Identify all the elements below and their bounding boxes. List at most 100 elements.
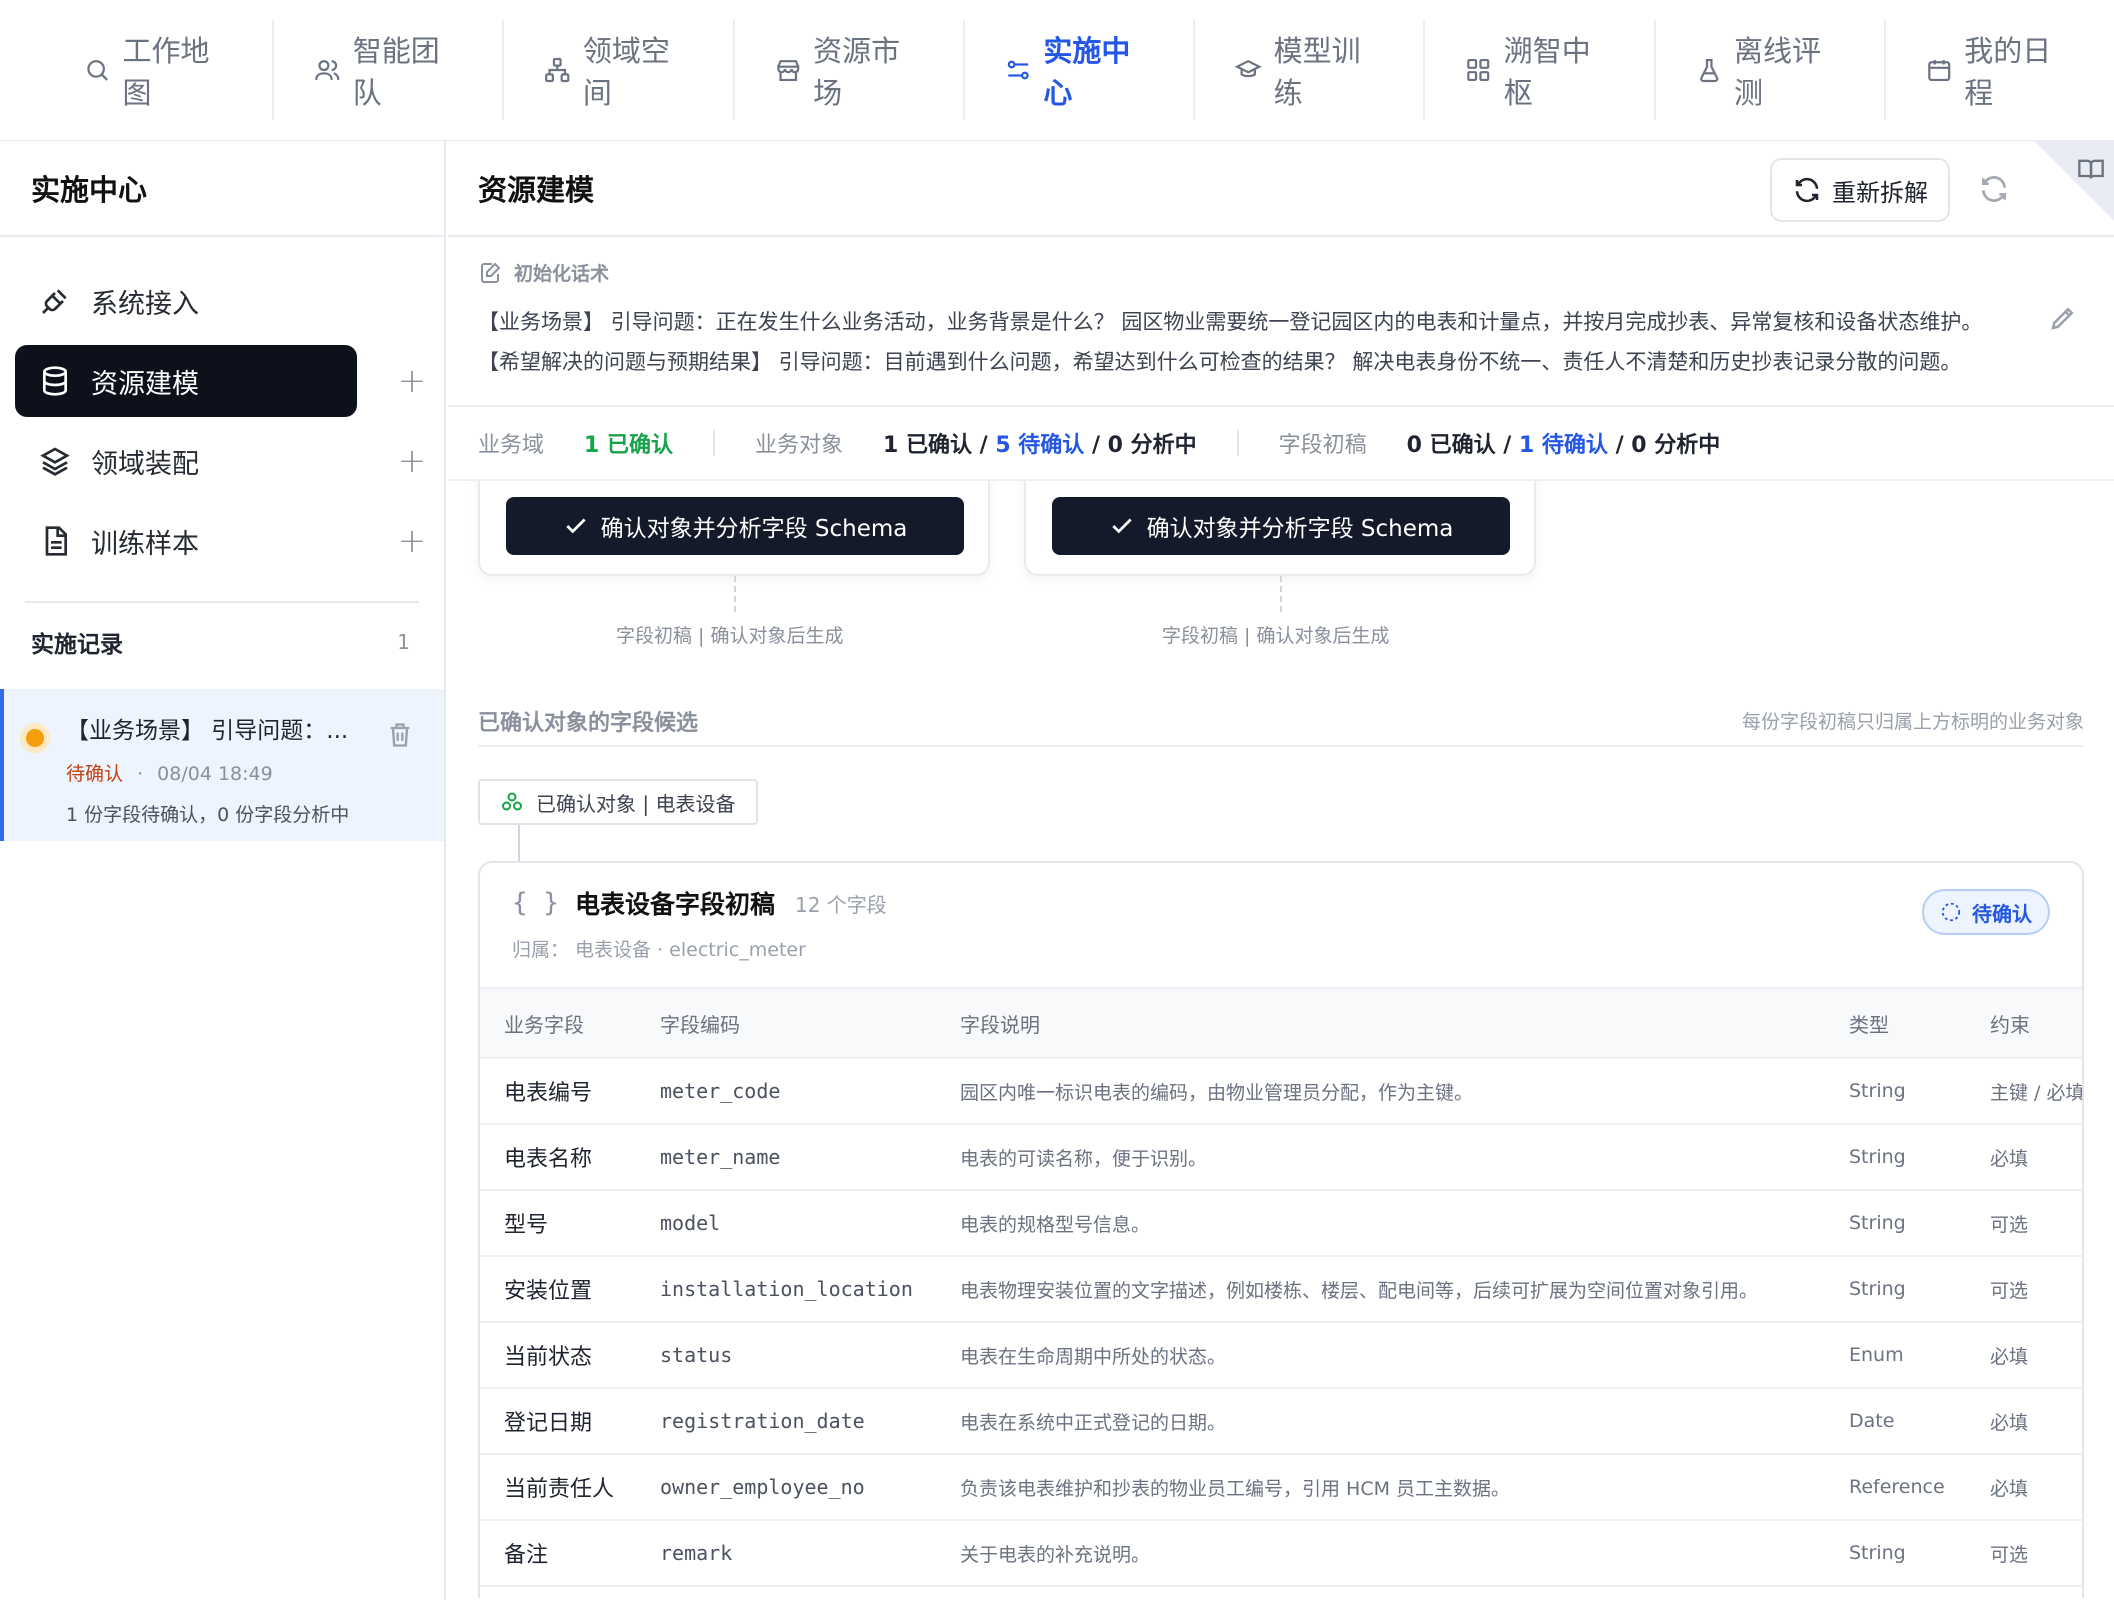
edit-note-icon <box>481 262 501 283</box>
add-training-samples-button[interactable]: + <box>397 521 427 561</box>
users-icon <box>315 60 340 81</box>
divider <box>478 745 2084 747</box>
refresh-icon <box>1795 177 1819 203</box>
reload-icon[interactable] <box>1978 173 2010 205</box>
object-card: 确认对象并分析字段 Schema <box>478 481 990 576</box>
redo-button-label: 重新拆解 <box>1832 178 1928 207</box>
records-title: 实施记录 <box>31 632 123 658</box>
table-row[interactable]: 备注 remark 关于电表的补充说明。 String 可选 <box>480 1520 2082 1587</box>
search-icon <box>87 60 108 81</box>
cell-code: remark <box>660 1520 960 1587</box>
check-icon <box>1111 518 1132 534</box>
draft-field-count: 12 个字段 <box>794 892 887 917</box>
tab-smart-team[interactable]: 智能团队 <box>274 20 505 120</box>
sidebar-item-label: 领域装配 <box>91 448 199 480</box>
meta-separator: · <box>137 763 144 785</box>
stat-field-label: 字段初稿 <box>1278 433 1367 458</box>
card-caption: 字段初稿 | 确认对象后生成 <box>616 625 844 647</box>
column-header: 业务字段 <box>480 987 660 1059</box>
cell-desc: 园区内唯一标识电表的编码，由物业管理员分配，作为主键。 <box>960 1058 1849 1125</box>
stat-object-confirmed: 1 已确认 / <box>883 433 996 458</box>
cell-field: 电表名称 <box>480 1124 660 1191</box>
table-row[interactable]: 当前责任人 owner_employee_no 负责该电表维护和抄表的物业员工编… <box>480 1454 2082 1521</box>
status-badge[interactable]: 待确认 <box>1922 889 2050 935</box>
status-dot <box>26 729 44 747</box>
record-desc: 1 份字段待确认，0 份字段分析中 <box>66 804 350 826</box>
graduation-cap-icon <box>1235 59 1262 78</box>
sidebar-item-domain-assembly[interactable]: 领域装配 + <box>15 425 426 497</box>
tab-model-training[interactable]: 模型训练 <box>1195 20 1426 120</box>
card-caption: 字段初稿 | 确认对象后生成 <box>1162 625 1390 647</box>
tab-my-schedule[interactable]: 我的日程 <box>1886 20 2114 120</box>
table-header-row: 业务字段 字段编码 字段说明 类型 约束 <box>480 987 2082 1059</box>
column-header: 字段编码 <box>660 987 960 1059</box>
tab-label: 实施中心 <box>1043 34 1131 110</box>
sidebar-item-label: 资源建模 <box>91 368 199 400</box>
cell-field: 电表编号 <box>480 1058 660 1125</box>
cell-field: 安装位置 <box>480 1256 660 1323</box>
sidebar-title: 实施中心 <box>0 141 444 237</box>
flask-icon <box>1699 58 1718 83</box>
cell-code: registration_date <box>660 1388 960 1455</box>
status-badge-label: 待确认 <box>1972 901 2032 926</box>
table-row[interactable]: 型号 model 电表的规格型号信息。 String 可选 <box>480 1190 2082 1257</box>
tab-work-map[interactable]: 工作地图 <box>44 20 275 120</box>
tab-offline-eval[interactable]: 离线评测 <box>1656 20 1886 120</box>
section-note: 每份字段初稿只归属上方标明的业务对象 <box>1741 711 2084 733</box>
dashed-connector <box>1280 576 1282 612</box>
table-row[interactable]: 安装位置 installation_location 电表物理安装位置的文字描述… <box>480 1256 2082 1323</box>
sidebar-menu: 系统接入 资源建模 + 领域装配 + 训练样本 + <box>0 237 444 577</box>
field-draft-card: { } 电表设备字段初稿 12 个字段 归属： 电表设备 · electric_… <box>478 861 2084 1598</box>
book-open-icon[interactable] <box>2076 155 2106 183</box>
cell-type: String <box>1849 1058 1990 1125</box>
hierarchy-icon <box>545 57 570 83</box>
tab-label: 智能团队 <box>352 34 440 110</box>
tab-trace-hub[interactable]: 溯智中枢 <box>1425 20 1656 120</box>
cluster-icon <box>502 792 522 811</box>
top-navigation: 工作地图 智能团队 领域空间 资源市场 实施中心 模型训练 溯智中枢 离线评测 … <box>0 0 2114 141</box>
draft-title: 电表设备字段初稿 <box>574 890 775 919</box>
tab-domain-space[interactable]: 领域空间 <box>504 20 735 120</box>
cell-desc: 电表的可读名称，便于识别。 <box>960 1124 1849 1191</box>
records-count: 1 <box>397 630 410 654</box>
table-row[interactable]: 登记日期 registration_date 电表在系统中正式登记的日期。 Da… <box>480 1388 2082 1455</box>
confirm-button-label: 确认对象并分析字段 Schema <box>1146 516 1454 542</box>
stat-object-label: 业务对象 <box>754 433 843 458</box>
document-icon <box>45 526 67 556</box>
stat-field-analyzing: / 0 分析中 <box>1607 433 1721 458</box>
sidebar-item-system-access[interactable]: 系统接入 <box>15 265 357 337</box>
record-title: 【业务场景】 引导问题：... <box>66 718 349 744</box>
confirmed-object-chip[interactable]: 已确认对象 | 电表设备 <box>478 779 758 825</box>
sidebar-item-resource-modeling[interactable]: 资源建模 + <box>15 345 426 417</box>
sidebar-item-training-samples[interactable]: 训练样本 + <box>15 505 426 577</box>
tab-label: 溯智中枢 <box>1503 34 1591 110</box>
pencil-icon[interactable] <box>2048 303 2078 333</box>
cell-desc: 电表物理安装位置的文字描述，例如楼栋、楼层、配电间等，后续可扩展为空间位置对象引… <box>960 1256 1849 1323</box>
confirm-object-button[interactable]: 确认对象并分析字段 Schema <box>1052 497 1510 555</box>
field-table: 业务字段 字段编码 字段说明 类型 约束 电表编号 meter_code 园区内… <box>480 987 2082 1587</box>
database-icon <box>43 366 67 396</box>
init-script-text: 【业务场景】 引导问题：正在发生什么业务活动，业务背景是什么？ 园区物业需要统一… <box>478 310 1983 374</box>
add-resource-modeling-button[interactable]: + <box>397 361 427 401</box>
cell-desc: 电表在系统中正式登记的日期。 <box>960 1388 1849 1455</box>
cell-field: 当前责任人 <box>480 1454 660 1521</box>
stat-domain-label: 业务域 <box>478 433 545 458</box>
cell-code: meter_name <box>660 1124 960 1191</box>
redo-decompose-button[interactable]: 重新拆解 <box>1770 158 1950 222</box>
record-item[interactable]: 【业务场景】 引导问题：... 待确认 · 08/04 18:49 1 份字段待… <box>0 689 444 841</box>
cell-code: model <box>660 1190 960 1257</box>
grid-icon <box>1467 58 1490 82</box>
init-script-label: 初始化话术 <box>478 259 2084 286</box>
trash-icon[interactable] <box>386 721 414 749</box>
add-domain-assembly-button[interactable]: + <box>397 441 427 481</box>
content-scroll-area[interactable]: 确认对象并分析字段 Schema 字段初稿 | 确认对象后生成 确认对象并分析字… <box>448 481 2114 1598</box>
table-row[interactable]: 电表名称 meter_name 电表的可读名称，便于识别。 String 必填 <box>480 1124 2082 1191</box>
table-row[interactable]: 当前状态 status 电表在生命周期中所处的状态。 Enum 必填 <box>480 1322 2082 1389</box>
tab-resource-market[interactable]: 资源市场 <box>735 20 965 120</box>
check-icon <box>565 518 586 534</box>
stat-object-analyzing: / 0 分析中 <box>1084 433 1197 458</box>
column-header: 约束 <box>1990 987 2082 1059</box>
tab-implementation-center[interactable]: 实施中心 <box>965 20 1196 120</box>
table-row[interactable]: 电表编号 meter_code 园区内唯一标识电表的编码，由物业管理员分配，作为… <box>480 1058 2082 1125</box>
confirm-object-button[interactable]: 确认对象并分析字段 Schema <box>506 497 964 555</box>
